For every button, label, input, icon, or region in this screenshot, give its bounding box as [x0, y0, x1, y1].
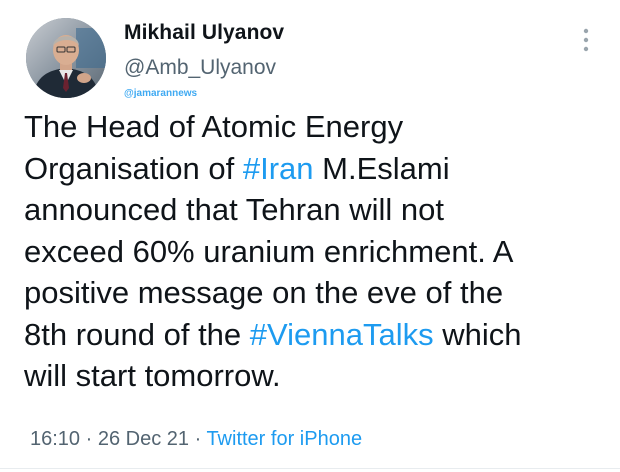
meta-separator: ·	[189, 428, 207, 450]
hashtag-link-viennatalks[interactable]: #ViennaTalks	[250, 317, 434, 352]
tweet-text: The Head of Atomic Energy Organisation o…	[24, 106, 609, 397]
divider	[0, 468, 620, 469]
tweet-date[interactable]: 26 Dec 21	[98, 428, 189, 450]
avatar[interactable]	[26, 18, 106, 98]
tweet-card: Mikhail Ulyanov @Amb_Ulyanov @jamarannew…	[0, 0, 620, 472]
profile-photo-icon	[26, 18, 106, 98]
tweet-time[interactable]: 16:10	[30, 428, 80, 450]
tweet-source-link[interactable]: Twitter for iPhone	[206, 428, 362, 450]
author-display-name[interactable]: Mikhail Ulyanov	[124, 21, 284, 45]
tweet-meta: 16:10 · 26 Dec 21 · Twitter for iPhone	[30, 428, 362, 451]
watermark-text: @jamarannews	[124, 88, 198, 99]
hashtag-link-iran[interactable]: #Iran	[243, 151, 314, 186]
author-handle[interactable]: @Amb_Ulyanov	[124, 56, 276, 80]
more-vertical-icon[interactable]	[578, 26, 594, 54]
meta-separator: ·	[80, 428, 98, 450]
